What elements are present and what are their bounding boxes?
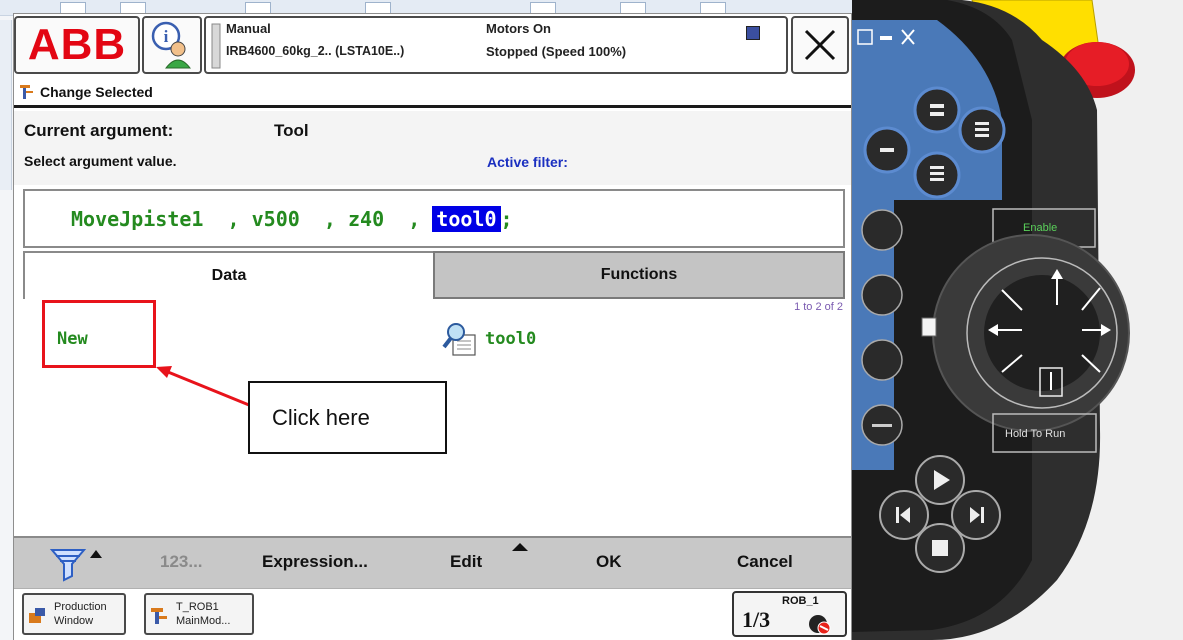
edit-button[interactable]: Edit bbox=[450, 552, 482, 572]
tooldata-icon bbox=[442, 323, 476, 356]
taskbar: Production Window T_ROB1 MainMod... ROB_… bbox=[14, 588, 851, 640]
taskbar-label-line2: Window bbox=[54, 615, 94, 627]
textbox-icon bbox=[963, 6, 991, 40]
instruction-line[interactable]: MoveJ piste1 , v500 , z40 , tool0 ; bbox=[23, 189, 845, 248]
filter-icon[interactable] bbox=[48, 544, 110, 584]
motors-state: Motors On bbox=[486, 21, 551, 36]
mechanical-unit-fraction: 1/3 bbox=[742, 607, 771, 632]
status-panel[interactable]: Manual IRB4600_60kg_2.. (LSTA10E..) Moto… bbox=[204, 16, 788, 74]
background-ribbon-right: A A dArt Anfa Teksti bbox=[955, 0, 1183, 118]
quickset-robot-button[interactable]: ROB_1 1/3 bbox=[732, 591, 847, 637]
ok-button[interactable]: OK bbox=[596, 552, 622, 572]
instruction-arg-zone[interactable]: z40 bbox=[348, 207, 384, 231]
taskbar-program-editor[interactable]: T_ROB1 MainMod... bbox=[144, 593, 254, 635]
window-title-bar: Change Selected bbox=[14, 78, 851, 108]
background-left-edge bbox=[0, 20, 12, 190]
argument-info: Current argument: Tool Select argument v… bbox=[14, 111, 851, 185]
close-button[interactable] bbox=[791, 16, 849, 74]
instruction-terminator: ; bbox=[500, 206, 513, 231]
flexpendant-header: ABB i Manual IRB4600_60kg_2.. (LSTA10E..… bbox=[14, 14, 851, 78]
run-state: Stopped (Speed 100%) bbox=[486, 44, 627, 59]
tab-functions[interactable]: Functions bbox=[433, 251, 845, 299]
background-document-bar bbox=[1104, 140, 1183, 150]
instruction-command: MoveJ bbox=[71, 206, 132, 231]
taskbar-production-window[interactable]: Production Window bbox=[22, 593, 126, 635]
instruction-arg-target[interactable]: piste1 bbox=[131, 207, 203, 231]
status-flag-icon bbox=[746, 26, 760, 40]
list-item-tool0[interactable]: tool0 bbox=[441, 321, 536, 357]
hold-to-run-label: Hold To Run bbox=[1005, 428, 1066, 440]
list-item-label: tool0 bbox=[485, 329, 537, 349]
background-document-page bbox=[1100, 125, 1183, 305]
abb-logo: ABB bbox=[27, 20, 127, 69]
argument-hint: Select argument value. bbox=[24, 153, 177, 169]
menu-up-icon bbox=[512, 543, 528, 551]
instruction-arg-speed[interactable]: v500 bbox=[252, 207, 300, 231]
ribbon-label-text: Teksti bbox=[1133, 96, 1162, 108]
event-log-button[interactable]: i bbox=[142, 16, 202, 74]
window-title: Change Selected bbox=[40, 83, 153, 100]
tab-data[interactable]: Data bbox=[23, 251, 433, 299]
numeric-input-button[interactable]: 123... bbox=[160, 552, 203, 572]
expression-button[interactable]: Expression... bbox=[262, 552, 368, 572]
current-argument-value: Tool bbox=[274, 121, 309, 140]
program-editor-icon bbox=[20, 84, 33, 99]
active-filter-label: Active filter: bbox=[487, 154, 568, 170]
svg-text:i: i bbox=[164, 27, 169, 46]
current-argument-label: Current argument: bbox=[24, 121, 174, 140]
abb-menu-button[interactable]: ABB bbox=[14, 16, 140, 74]
close-icon bbox=[804, 29, 836, 61]
tab-row: Data Functions bbox=[23, 251, 845, 299]
command-bar: 123... Expression... Edit OK Cancel bbox=[14, 536, 851, 588]
annotation-callout: Click here bbox=[248, 381, 447, 454]
annotation-highlight-box bbox=[42, 300, 156, 368]
operating-mode: Manual bbox=[226, 21, 271, 36]
robot-system-name: IRB4600_60kg_2.. (LSTA10E..) bbox=[226, 44, 405, 58]
taskbar-label-line1: Production bbox=[54, 601, 107, 613]
enable-label: Enable bbox=[1023, 222, 1058, 234]
status-bar-icon bbox=[211, 23, 221, 69]
production-window-icon bbox=[29, 608, 45, 623]
wordart-icon: A bbox=[1073, 3, 1099, 45]
instruction-arg-tool-selected[interactable]: tool0 bbox=[432, 205, 501, 232]
ribbon-label-wordart: dArt Anfa bbox=[1100, 58, 1146, 70]
robot-status-icon bbox=[809, 615, 831, 635]
cancel-button[interactable]: Cancel bbox=[737, 552, 793, 572]
annotation-callout-text: Click here bbox=[272, 404, 370, 430]
dropcap-icon: A bbox=[1125, 0, 1147, 33]
program-editor-icon bbox=[151, 608, 167, 624]
taskbar-label-line2: MainMod... bbox=[176, 615, 231, 627]
info-user-icon: i bbox=[151, 21, 192, 69]
robot-unit-label: ROB_1 bbox=[782, 595, 819, 607]
taskbar-label-line1: T_ROB1 bbox=[176, 601, 219, 613]
list-item-count: 1 to 2 of 2 bbox=[794, 301, 843, 313]
quickparts-icon bbox=[1017, 4, 1043, 44]
